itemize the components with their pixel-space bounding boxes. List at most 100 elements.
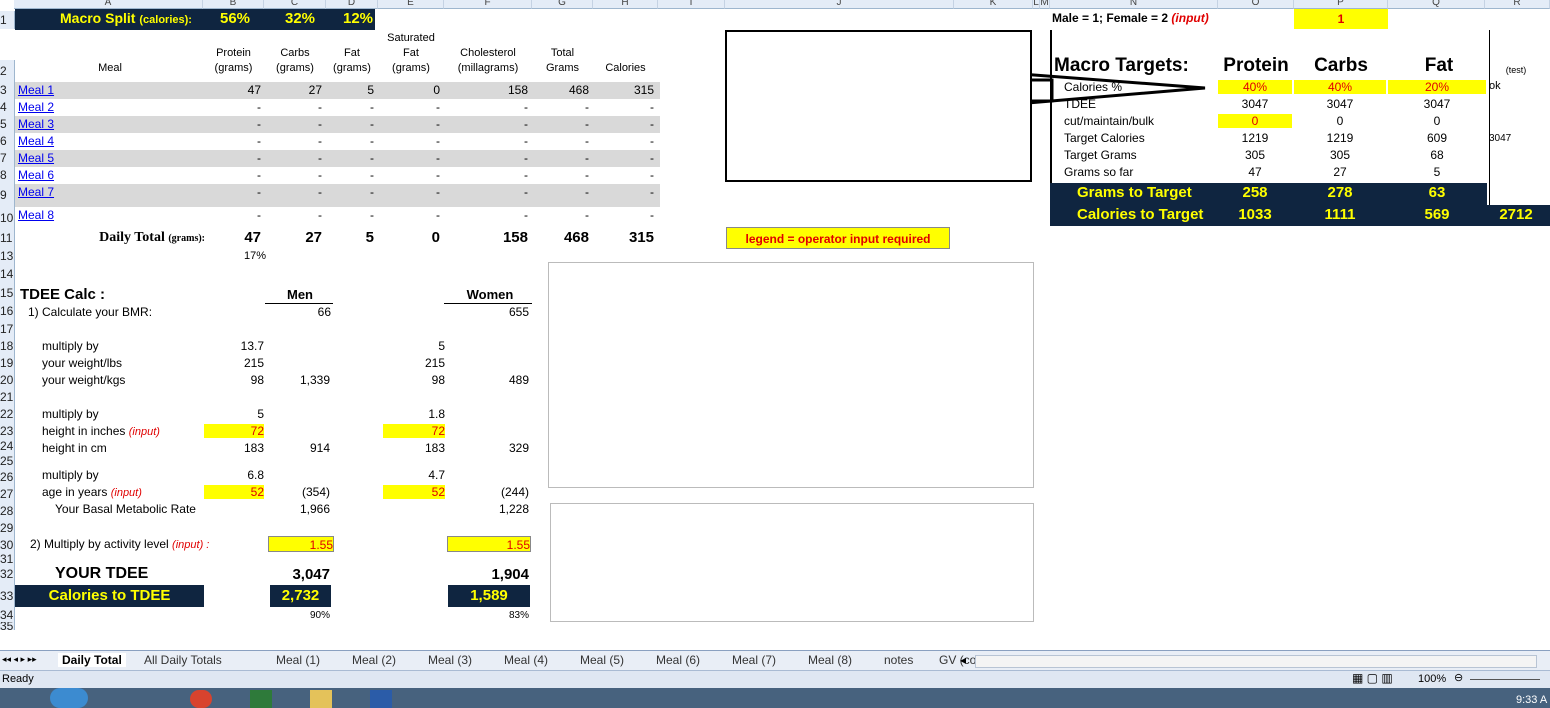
row-header[interactable]: 15 xyxy=(0,284,15,303)
row-header[interactable]: 16 xyxy=(0,303,15,320)
column-header[interactable]: H xyxy=(593,0,658,9)
column-header[interactable]: K xyxy=(954,0,1033,9)
row-header[interactable]: 1 xyxy=(0,11,15,29)
word-icon[interactable] xyxy=(370,690,392,708)
row-header[interactable]: 2 xyxy=(0,60,15,82)
row-header[interactable]: 21 xyxy=(0,389,15,406)
column-header[interactable]: N xyxy=(1050,0,1218,9)
view-buttons-icon[interactable]: ▦ ▢ ▥ xyxy=(1352,671,1393,685)
women-activity-input[interactable]: 1.55 xyxy=(447,536,531,552)
horizontal-scrollbar[interactable] xyxy=(975,655,1537,668)
column-header[interactable]: B xyxy=(203,0,264,9)
meal-link[interactable]: Meal 6 xyxy=(18,168,138,182)
men-factor[interactable]: 72 xyxy=(204,424,264,438)
row-header[interactable]: 7 xyxy=(0,150,15,167)
row-header[interactable]: 23 xyxy=(0,423,15,440)
row-header[interactable]: 10 xyxy=(0,207,15,229)
explorer-icon[interactable] xyxy=(310,690,332,708)
row-header[interactable]: 27 xyxy=(0,486,15,503)
row-header[interactable]: 34 xyxy=(0,608,15,622)
column-header[interactable]: P xyxy=(1294,0,1388,9)
column-header[interactable]: Q xyxy=(1388,0,1485,9)
column-title-satfat: Saturated Fat (grams) xyxy=(387,32,435,74)
row-header[interactable]: 33 xyxy=(0,584,15,608)
meal-link[interactable]: Meal 4 xyxy=(18,134,138,148)
column-header[interactable]: C xyxy=(264,0,326,9)
women-factor[interactable]: 52 xyxy=(383,485,445,499)
zoom-level[interactable]: 100% xyxy=(1418,673,1446,685)
meal-link[interactable]: Meal 1 xyxy=(18,83,138,97)
tab-scroll-right-icon[interactable]: ◂ xyxy=(960,653,966,667)
macro-value[interactable]: 20% xyxy=(1388,80,1486,94)
column-header[interactable]: I xyxy=(658,0,725,9)
row-header[interactable]: 14 xyxy=(0,265,15,284)
macro-value[interactable]: 40% xyxy=(1218,80,1292,94)
row-header[interactable]: 17 xyxy=(0,320,15,338)
row-header[interactable]: 8 xyxy=(0,167,15,184)
sheet-tab[interactable]: Meal (2) xyxy=(352,653,396,667)
grams-to-target-label: Grams to Target xyxy=(1077,184,1192,201)
row-header[interactable]: 28 xyxy=(0,503,15,520)
column-header[interactable]: G xyxy=(532,0,593,9)
sheet-tab[interactable]: Meal (5) xyxy=(580,653,624,667)
men-factor[interactable]: 52 xyxy=(204,485,264,499)
zoom-out-icon[interactable]: ⊖ xyxy=(1454,671,1463,684)
column-header[interactable]: D xyxy=(326,0,378,9)
row-header[interactable]: 26 xyxy=(0,469,15,486)
tab-nav-first-icon[interactable]: ◂◂ ◂ ▸ ▸▸ xyxy=(2,654,37,665)
row-header[interactable]: 19 xyxy=(0,355,15,372)
column-header[interactable]: L xyxy=(1033,0,1040,9)
row-header[interactable]: 22 xyxy=(0,406,15,423)
calories-to-target-total: 2712 xyxy=(1499,206,1533,223)
macro-value[interactable]: 0 xyxy=(1218,114,1292,128)
column-header[interactable]: E xyxy=(378,0,444,9)
row-header[interactable]: 13 xyxy=(0,248,15,265)
row-header[interactable]: 31 xyxy=(0,554,15,564)
meal-link[interactable]: Meal 3 xyxy=(18,117,138,131)
sex-input[interactable]: 1 xyxy=(1294,9,1388,29)
column-header[interactable]: M xyxy=(1040,0,1050,9)
sheet-tab[interactable]: Meal (6) xyxy=(656,653,700,667)
sheet-tab[interactable]: Meal (4) xyxy=(504,653,548,667)
column-header[interactable]: O xyxy=(1218,0,1294,9)
row-header[interactable]: 30 xyxy=(0,537,15,554)
row-header[interactable]: 25 xyxy=(0,453,15,469)
sheet-tab[interactable]: Meal (7) xyxy=(732,653,776,667)
sheet-tab[interactable]: Meal (1) xyxy=(276,653,320,667)
row-header[interactable]: 3 xyxy=(0,82,15,99)
meal-value: - xyxy=(436,168,440,182)
meal-link[interactable]: Meal 5 xyxy=(18,151,138,165)
row-header[interactable]: 9 xyxy=(0,184,15,207)
zoom-slider[interactable] xyxy=(1470,679,1540,680)
meal-value: - xyxy=(524,168,528,182)
row-header[interactable]: 35 xyxy=(0,622,15,630)
women-factor[interactable]: 72 xyxy=(383,424,445,438)
row-header[interactable]: 4 xyxy=(0,99,15,116)
men-activity-input[interactable]: 1.55 xyxy=(268,536,334,552)
sheet-tab[interactable]: Meal (3) xyxy=(428,653,472,667)
row-header[interactable]: 5 xyxy=(0,116,15,133)
sheet-tab[interactable]: All Daily Totals xyxy=(144,653,222,667)
row-header[interactable]: 11 xyxy=(0,229,15,248)
meal-link[interactable]: Meal 8 xyxy=(18,208,138,222)
macro-value[interactable]: 40% xyxy=(1294,80,1386,94)
excel-icon[interactable] xyxy=(250,690,272,708)
column-header[interactable]: R xyxy=(1485,0,1550,9)
sheet-tab[interactable]: notes xyxy=(884,653,913,667)
chrome-icon[interactable] xyxy=(190,690,212,708)
row-header[interactable]: 24 xyxy=(0,440,15,453)
row-header[interactable]: 18 xyxy=(0,338,15,355)
row-header[interactable]: 20 xyxy=(0,372,15,389)
row-header[interactable]: 6 xyxy=(0,133,15,150)
sheet-tab[interactable]: Daily Total xyxy=(58,653,126,667)
sheet-tab[interactable]: Meal (8) xyxy=(808,653,852,667)
column-header[interactable]: A xyxy=(14,0,203,9)
start-button-icon[interactable] xyxy=(50,688,88,708)
row-header[interactable]: 32 xyxy=(0,564,15,584)
row-header[interactable]: 29 xyxy=(0,520,15,537)
meal-link[interactable]: Meal 7 xyxy=(18,185,138,199)
meal-link[interactable]: Meal 2 xyxy=(18,100,138,114)
column-header[interactable]: F xyxy=(444,0,532,9)
macro-value: 1219 xyxy=(1241,131,1269,145)
column-header[interactable]: J xyxy=(725,0,954,9)
